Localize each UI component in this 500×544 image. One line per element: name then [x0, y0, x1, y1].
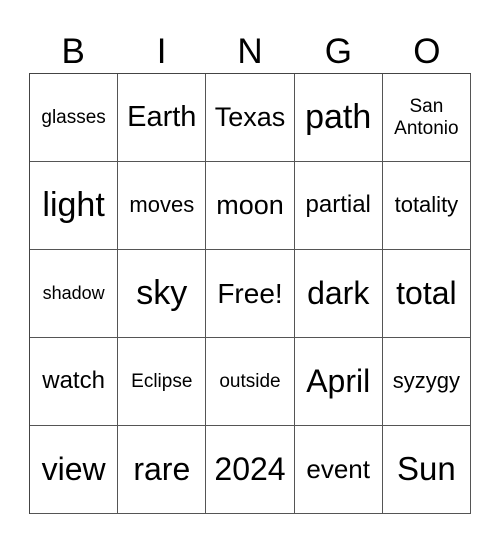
bingo-cell[interactable]: Eclipse [118, 338, 207, 426]
bingo-cell[interactable]: total [382, 250, 471, 338]
bingo-cell[interactable]: moon [206, 162, 295, 250]
bingo-cell[interactable]: Earth [118, 74, 207, 162]
bingo-cell[interactable]: view [30, 426, 119, 514]
bingo-cell[interactable]: event [294, 426, 383, 514]
header-letter-b: B [61, 32, 85, 71]
bingo-cell[interactable]: moves [118, 162, 207, 250]
header-letter-g: G [324, 32, 353, 71]
bingo-cell[interactable]: rare [118, 426, 207, 514]
bingo-cell[interactable]: outside [206, 338, 295, 426]
bingo-cell[interactable]: April [294, 338, 383, 426]
bingo-header: B I N G O [29, 30, 471, 74]
bingo-cell[interactable]: light [30, 162, 119, 250]
bingo-cell[interactable]: watch [30, 338, 119, 426]
header-letter-i: I [156, 32, 167, 71]
bingo-cell[interactable]: syzygy [382, 338, 471, 426]
bingo-cell[interactable]: dark [294, 250, 383, 338]
bingo-cell[interactable]: Texas [206, 74, 295, 162]
bingo-cell[interactable]: Free! [206, 250, 295, 338]
bingo-cell[interactable]: partial [294, 162, 383, 250]
bingo-cell[interactable]: sky [118, 250, 207, 338]
bingo-cell[interactable]: glasses [30, 74, 119, 162]
bingo-grid: glasses Earth Texas path San Antonio light mov… [29, 73, 471, 514]
bingo-cell[interactable]: shadow [30, 250, 119, 338]
bingo-cell[interactable]: 2024 [206, 426, 295, 514]
bingo-cell[interactable]: Sun [382, 426, 471, 514]
header-letter-n: N [237, 32, 263, 71]
header-letter-o: O [413, 32, 441, 71]
bingo-cell[interactable]: San Antonio [382, 74, 471, 162]
bingo-cell[interactable]: path [294, 74, 383, 162]
bingo-cell[interactable]: totality [382, 162, 471, 250]
